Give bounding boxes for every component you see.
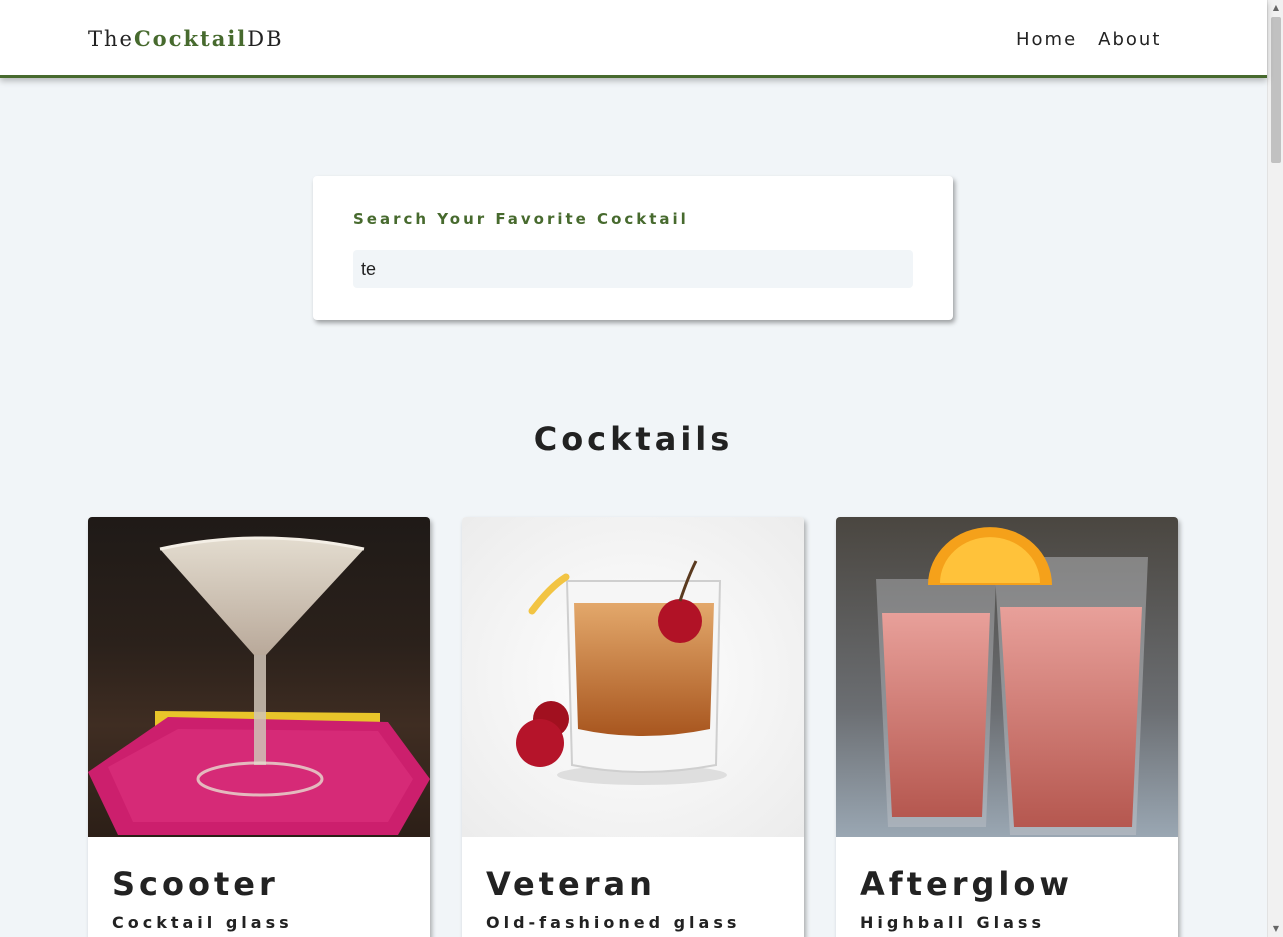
logo[interactable]: TheCocktailDB — [88, 26, 284, 51]
cocktail-card[interactable]: Veteran Old-fashioned glass — [462, 517, 804, 937]
nav-link-home[interactable]: Home — [1016, 29, 1077, 50]
logo-accent: Cocktail — [133, 26, 248, 51]
nav-link-about[interactable]: About — [1098, 29, 1161, 50]
cocktail-image[interactable] — [462, 517, 804, 837]
cocktail-image[interactable] — [836, 517, 1178, 837]
cocktail-name: Afterglow — [860, 865, 1073, 903]
search-label: Search Your Favorite Cocktail — [353, 210, 689, 228]
section-title: Cocktails — [533, 420, 734, 458]
cocktail-card[interactable]: Afterglow Highball Glass — [836, 517, 1178, 937]
page: TheCocktailDB Home About Search Your Favo… — [0, 0, 1283, 937]
scroll-down-arrow-icon[interactable]: ▼ — [1268, 921, 1283, 937]
cocktail-glass: Old-fashioned glass — [486, 913, 741, 932]
cocktail-name: Scooter — [112, 865, 279, 903]
cocktail-card[interactable]: Scooter Cocktail glass — [88, 517, 430, 937]
cocktail-glass: Cocktail glass — [112, 913, 293, 932]
nav-links: Home About — [1016, 29, 1182, 50]
cocktail-image[interactable] — [88, 517, 430, 837]
scrollbar[interactable]: ▲ ▼ — [1267, 0, 1283, 937]
logo-prefix: The — [88, 27, 134, 51]
scroll-up-arrow-icon[interactable]: ▲ — [1268, 0, 1283, 16]
cocktail-glass: Highball Glass — [860, 913, 1045, 932]
search-form: Search Your Favorite Cocktail — [313, 176, 953, 320]
search-input[interactable] — [353, 250, 913, 288]
cocktail-name: Veteran — [486, 865, 656, 903]
scrollbar-thumb[interactable] — [1271, 17, 1281, 163]
navbar: TheCocktailDB Home About — [0, 0, 1267, 78]
logo-suffix: DB — [247, 27, 284, 51]
